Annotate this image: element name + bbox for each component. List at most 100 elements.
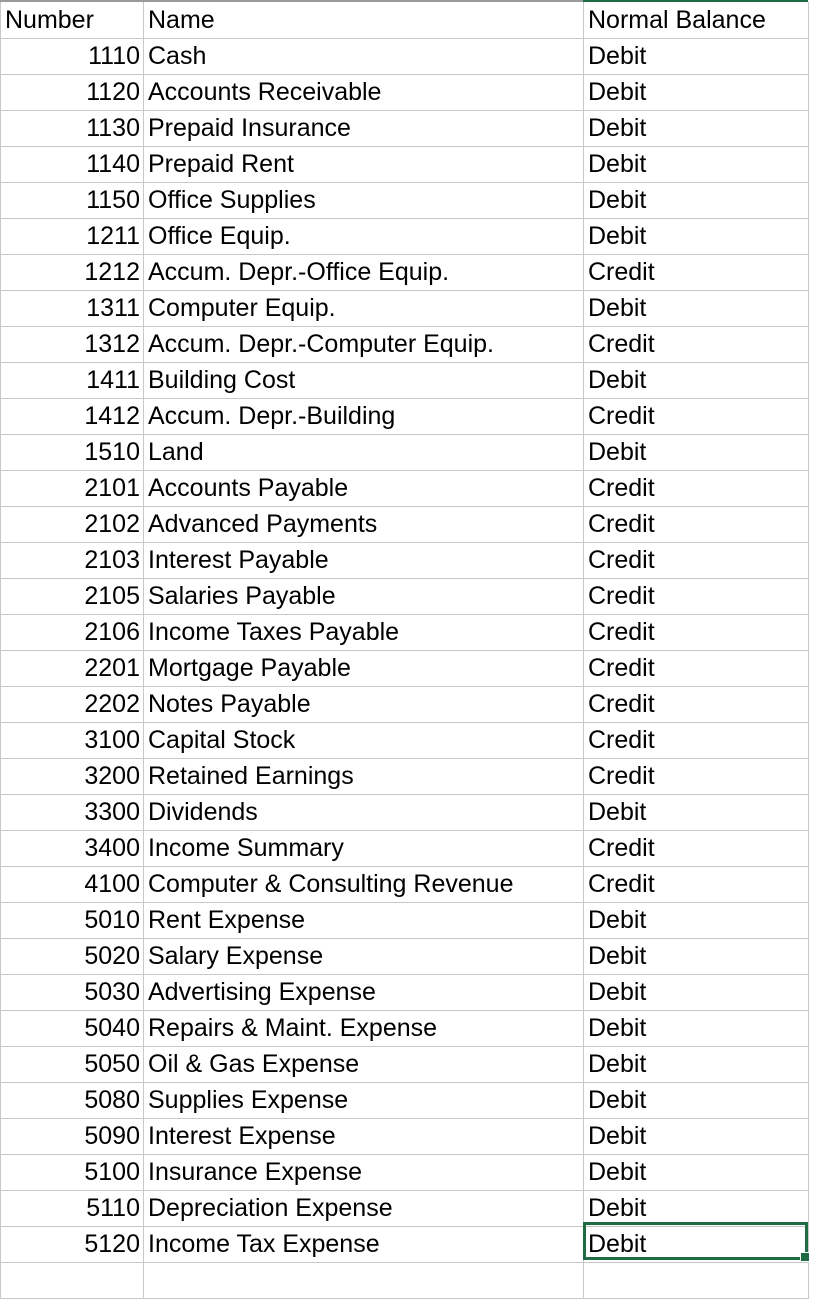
cell-normal-balance[interactable]: Credit xyxy=(583,578,809,615)
table-row[interactable]: 5040 Repairs & Maint. Expense Debit xyxy=(0,1010,809,1047)
cell-account-number[interactable]: 2103 xyxy=(0,542,144,579)
cell-normal-balance[interactable]: Credit xyxy=(583,254,809,291)
cell-account-number[interactable]: 3200 xyxy=(0,758,144,795)
cell-normal-balance[interactable]: Debit xyxy=(583,1046,809,1083)
cell-normal-balance[interactable]: Credit xyxy=(583,722,809,759)
cell-account-number[interactable]: 1510 xyxy=(0,434,144,471)
table-row[interactable]: 5120 Income Tax Expense Debit xyxy=(0,1226,809,1263)
column-header-balance[interactable]: Normal Balance xyxy=(583,2,809,39)
cell-normal-balance[interactable]: Credit xyxy=(583,542,809,579)
cell-account-name[interactable]: Salary Expense xyxy=(143,938,584,975)
cell-account-name[interactable]: Accounts Receivable xyxy=(143,74,584,111)
cell-account-name[interactable]: Insurance Expense xyxy=(143,1154,584,1191)
cell-normal-balance[interactable]: Credit xyxy=(583,470,809,507)
cell-account-name[interactable]: Income Tax Expense xyxy=(143,1226,584,1263)
table-row[interactable]: 4100 Computer & Consulting Revenue Credit xyxy=(0,866,809,903)
table-row[interactable]: 1150 Office Supplies Debit xyxy=(0,182,809,219)
cell-normal-balance[interactable]: Debit xyxy=(583,1154,809,1191)
table-row[interactable]: 5010 Rent Expense Debit xyxy=(0,902,809,939)
cell-empty[interactable] xyxy=(143,1262,584,1299)
table-row[interactable]: 5100 Insurance Expense Debit xyxy=(0,1154,809,1191)
cell-normal-balance[interactable]: Debit xyxy=(583,146,809,183)
table-row[interactable]: 5110 Depreciation Expense Debit xyxy=(0,1190,809,1227)
cell-account-number[interactable]: 2201 xyxy=(0,650,144,687)
cell-normal-balance[interactable]: Credit xyxy=(583,866,809,903)
cell-account-number[interactable]: 1140 xyxy=(0,146,144,183)
cell-account-name[interactable]: Advertising Expense xyxy=(143,974,584,1011)
cell-account-number[interactable]: 5030 xyxy=(0,974,144,1011)
cell-account-name[interactable]: Interest Payable xyxy=(143,542,584,579)
cell-account-name[interactable]: Accum. Depr.-Computer Equip. xyxy=(143,326,584,363)
cell-account-number[interactable]: 1110 xyxy=(0,38,144,75)
cell-normal-balance[interactable]: Debit xyxy=(583,434,809,471)
cell-normal-balance[interactable]: Debit xyxy=(583,1226,809,1263)
cell-account-name[interactable]: Office Equip. xyxy=(143,218,584,255)
table-row[interactable]: 5030 Advertising Expense Debit xyxy=(0,974,809,1011)
cell-account-number[interactable]: 3300 xyxy=(0,794,144,831)
cell-account-name[interactable]: Notes Payable xyxy=(143,686,584,723)
cell-account-number[interactable]: 1212 xyxy=(0,254,144,291)
cell-account-name[interactable]: Computer & Consulting Revenue xyxy=(143,866,584,903)
table-row[interactable]: 5050 Oil & Gas Expense Debit xyxy=(0,1046,809,1083)
table-row[interactable]: 1130 Prepaid Insurance Debit xyxy=(0,110,809,147)
cell-account-name[interactable]: Salaries Payable xyxy=(143,578,584,615)
cell-account-number[interactable]: 2101 xyxy=(0,470,144,507)
cell-account-number[interactable]: 1312 xyxy=(0,326,144,363)
cell-account-name[interactable]: Building Cost xyxy=(143,362,584,399)
table-row[interactable]: 1510 Land Debit xyxy=(0,434,809,471)
cell-account-number[interactable]: 2105 xyxy=(0,578,144,615)
cell-normal-balance[interactable]: Debit xyxy=(583,902,809,939)
cell-account-number[interactable]: 5120 xyxy=(0,1226,144,1263)
cell-account-number[interactable]: 1211 xyxy=(0,218,144,255)
table-row[interactable]: 2101 Accounts Payable Credit xyxy=(0,470,809,507)
column-header-name[interactable]: Name xyxy=(143,2,584,39)
cell-account-number[interactable]: 5090 xyxy=(0,1118,144,1155)
cell-normal-balance[interactable]: Credit xyxy=(583,830,809,867)
table-row[interactable]: 1140 Prepaid Rent Debit xyxy=(0,146,809,183)
table-row[interactable]: 2105 Salaries Payable Credit xyxy=(0,578,809,615)
cell-normal-balance[interactable]: Debit xyxy=(583,1082,809,1119)
cell-normal-balance[interactable]: Debit xyxy=(583,290,809,327)
cell-account-number[interactable]: 2202 xyxy=(0,686,144,723)
table-row[interactable]: 1211 Office Equip. Debit xyxy=(0,218,809,255)
cell-account-number[interactable]: 5010 xyxy=(0,902,144,939)
cell-account-name[interactable]: Office Supplies xyxy=(143,182,584,219)
cell-account-name[interactable]: Dividends xyxy=(143,794,584,831)
table-row[interactable]: 1120 Accounts Receivable Debit xyxy=(0,74,809,111)
table-row[interactable]: 5020 Salary Expense Debit xyxy=(0,938,809,975)
cell-account-name[interactable]: Depreciation Expense xyxy=(143,1190,584,1227)
cell-account-name[interactable]: Mortgage Payable xyxy=(143,650,584,687)
table-row[interactable]: 1110 Cash Debit xyxy=(0,38,809,75)
cell-normal-balance[interactable]: Debit xyxy=(583,1190,809,1227)
cell-account-number[interactable]: 5080 xyxy=(0,1082,144,1119)
cell-account-number[interactable]: 5020 xyxy=(0,938,144,975)
cell-account-name[interactable]: Prepaid Insurance xyxy=(143,110,584,147)
table-row[interactable]: 3100 Capital Stock Credit xyxy=(0,722,809,759)
cell-account-name[interactable]: Retained Earnings xyxy=(143,758,584,795)
table-row[interactable]: 5090 Interest Expense Debit xyxy=(0,1118,809,1155)
fill-handle[interactable] xyxy=(800,1252,810,1262)
cell-account-name[interactable]: Advanced Payments xyxy=(143,506,584,543)
table-row[interactable]: 1212 Accum. Depr.-Office Equip. Credit xyxy=(0,254,809,291)
cell-account-number[interactable]: 5110 xyxy=(0,1190,144,1227)
table-row[interactable]: 3200 Retained Earnings Credit xyxy=(0,758,809,795)
cell-account-number[interactable]: 4100 xyxy=(0,866,144,903)
cell-account-name[interactable]: Accum. Depr.-Building xyxy=(143,398,584,435)
cell-normal-balance[interactable]: Debit xyxy=(583,74,809,111)
table-row[interactable]: 1311 Computer Equip. Debit xyxy=(0,290,809,327)
cell-account-name[interactable]: Accounts Payable xyxy=(143,470,584,507)
cell-account-name[interactable]: Oil & Gas Expense xyxy=(143,1046,584,1083)
spreadsheet-grid[interactable]: Number Name Normal Balance 1110 Cash Debit… xyxy=(0,0,814,1299)
cell-account-name[interactable]: Prepaid Rent xyxy=(143,146,584,183)
table-row-partial[interactable] xyxy=(0,1262,809,1299)
cell-account-number[interactable]: 2102 xyxy=(0,506,144,543)
cell-normal-balance[interactable]: Debit xyxy=(583,110,809,147)
cell-empty[interactable] xyxy=(0,1262,144,1299)
cell-normal-balance[interactable]: Debit xyxy=(583,1118,809,1155)
cell-normal-balance[interactable]: Debit xyxy=(583,974,809,1011)
cell-account-number[interactable]: 1412 xyxy=(0,398,144,435)
cell-normal-balance[interactable]: Credit xyxy=(583,686,809,723)
cell-normal-balance[interactable]: Credit xyxy=(583,650,809,687)
cell-account-name[interactable]: Supplies Expense xyxy=(143,1082,584,1119)
table-row[interactable]: 3300 Dividends Debit xyxy=(0,794,809,831)
